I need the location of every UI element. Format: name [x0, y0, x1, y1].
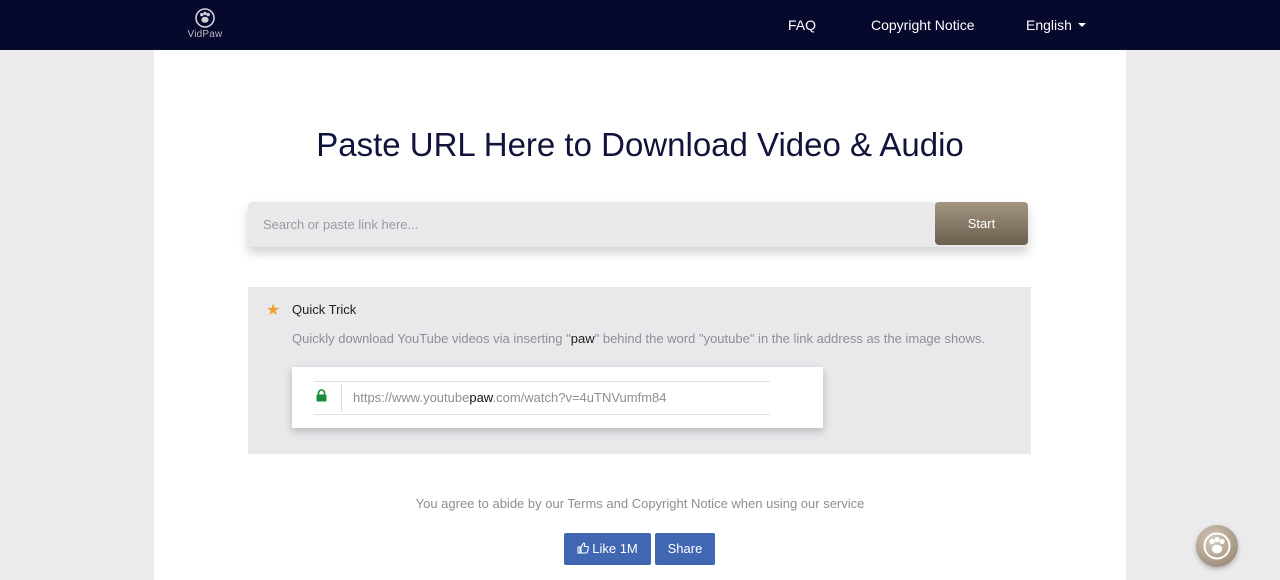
nav-copyright-link[interactable]: Copyright Notice	[871, 17, 975, 33]
card-divider-line	[314, 414, 770, 415]
url-highlight: paw	[469, 390, 493, 405]
start-button[interactable]: Start	[935, 202, 1028, 245]
page-title: Paste URL Here to Download Video & Audio	[316, 126, 964, 163]
main-content: Paste URL Here to Download Video & Audio…	[154, 50, 1126, 580]
language-label: English	[1026, 17, 1072, 33]
url-bar-divider	[341, 384, 342, 412]
terms-agreement-text: You agree to abide by our Terms and Copy…	[415, 496, 865, 511]
star-icon: ★	[266, 302, 281, 319]
top-navbar: VidPaw FAQ Copyright Notice English	[0, 0, 1280, 50]
vidpaw-logo[interactable]: VidPaw	[186, 8, 224, 46]
facebook-share-button[interactable]: Share	[655, 533, 715, 565]
logo-text: VidPaw	[187, 29, 223, 40]
quick-trick-panel: ★ Quick Trick Quickly download YouTube v…	[248, 287, 1031, 454]
url-suffix: .com/watch?v=4uTNVumfm84	[492, 390, 667, 405]
example-url-card: https://www.youtubepaw.com/watch?v=4uTNV…	[292, 367, 823, 428]
quick-trick-title: Quick Trick	[292, 302, 357, 317]
paw-icon	[1203, 532, 1231, 560]
caret-down-icon	[1077, 23, 1086, 27]
lock-icon	[316, 389, 327, 402]
example-url: https://www.youtubepaw.com/watch?v=4uTNV…	[353, 390, 667, 405]
desc-text-highlight: paw	[570, 331, 595, 346]
url-prefix: https://www.youtube	[353, 390, 470, 405]
desc-text-before: Quickly download YouTube videos via inse…	[292, 331, 571, 346]
nav-faq-link[interactable]: FAQ	[788, 17, 816, 33]
facebook-like-button[interactable]: Like 1M	[564, 533, 651, 565]
search-bar: Start	[248, 202, 1028, 247]
quick-trick-description: Quickly download YouTube videos via inse…	[292, 331, 985, 346]
paw-icon	[195, 8, 215, 28]
like-label: Like 1M	[592, 541, 638, 556]
url-search-input[interactable]	[248, 202, 928, 247]
language-dropdown[interactable]: English	[1026, 17, 1086, 33]
card-divider-line	[314, 381, 770, 382]
desc-text-after: " behind the word "youtube" in the link …	[594, 331, 985, 346]
thumbs-up-icon	[577, 542, 590, 554]
floating-paw-button[interactable]	[1196, 525, 1238, 567]
